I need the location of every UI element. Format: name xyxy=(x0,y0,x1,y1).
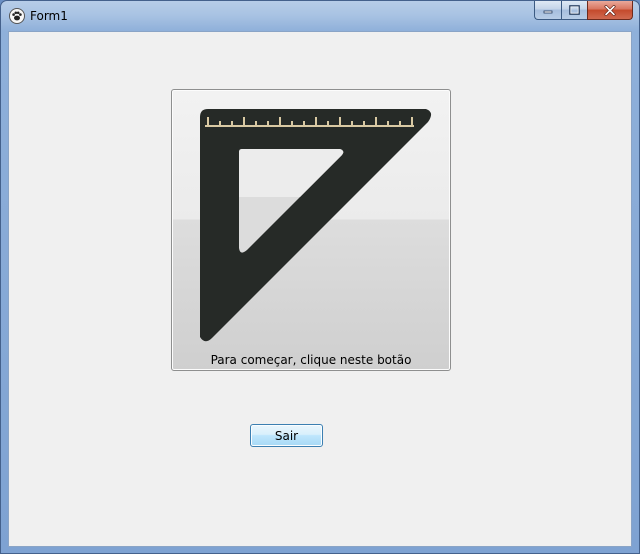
form-client-area: Para começar, clique neste botão Sair xyxy=(8,31,632,547)
maximize-button[interactable] xyxy=(561,1,587,20)
start-image-button[interactable]: Para começar, clique neste botão xyxy=(171,89,451,371)
window-title: Form1 xyxy=(30,9,68,23)
title-bar[interactable]: Form1 xyxy=(1,1,639,31)
image-button-caption: Para começar, clique neste botão xyxy=(210,353,412,367)
maximize-icon xyxy=(569,5,580,15)
close-icon xyxy=(604,4,616,16)
caption-buttons xyxy=(534,1,633,21)
minimize-icon xyxy=(543,10,553,14)
set-square-ruler-icon xyxy=(200,109,432,342)
app-window: Form1 Para começar, clique neste botão S… xyxy=(0,0,640,554)
paw-icon[interactable] xyxy=(9,8,25,24)
exit-button[interactable]: Sair xyxy=(250,424,323,447)
close-button[interactable] xyxy=(587,1,633,20)
minimize-button[interactable] xyxy=(534,1,561,20)
